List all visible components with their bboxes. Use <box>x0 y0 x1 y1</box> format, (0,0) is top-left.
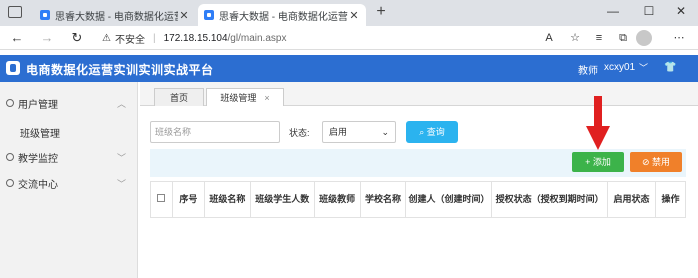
chat-icon <box>6 179 14 187</box>
action-bar: + 添加 ⊘ 禁用 <box>150 149 686 177</box>
tab-actions-icon[interactable] <box>8 6 22 18</box>
add-button[interactable]: + 添加 <box>572 152 624 172</box>
browser-tab-bar: 思睿大数据 - 电商数据化运营实... ✕ 思睿大数据 - 电商数据化运营实..… <box>0 0 698 26</box>
close-icon[interactable]: × <box>264 93 269 103</box>
page-tabs: 首页 班级管理 × <box>140 82 698 106</box>
app-title: 电商数据化运营实训实训实战平台 <box>26 63 214 77</box>
tab-label: 班级管理 <box>220 93 257 103</box>
column-header: 班级学生人数 <box>249 181 315 218</box>
sidebar-subitem-class-management[interactable]: 班级管理 <box>20 125 60 140</box>
search-button-label: 查询 <box>426 127 445 137</box>
tab-label: 首页 <box>169 93 188 103</box>
warning-icon: ⚠ <box>102 32 111 44</box>
status-select-value: 启用 <box>329 127 348 137</box>
select-all-checkbox[interactable] <box>157 194 166 202</box>
more-icon[interactable]: ⋯ <box>670 29 688 47</box>
column-header: 启用状态 <box>607 181 656 218</box>
url-host: 172.18.15.104 <box>163 32 228 44</box>
site-favicon-icon <box>40 10 50 20</box>
username[interactable]: xcxy01 <box>604 62 635 73</box>
new-tab-icon[interactable]: + <box>372 4 390 22</box>
sidebar-item-user-management[interactable]: 用户管理 ︿ <box>0 92 138 114</box>
sidebar: 用户管理 ︿ 班级管理 教学监控 ﹀ 交流中心 ﹀ <box>0 82 138 278</box>
sidebar-item-teaching-monitor[interactable]: 教学监控 ﹀ <box>0 146 138 168</box>
back-icon[interactable]: ← <box>8 29 26 47</box>
monitor-icon <box>6 153 14 161</box>
column-header: 学校名称 <box>359 181 407 218</box>
site-favicon-icon <box>204 10 214 20</box>
favorites-list-icon[interactable]: ≡ <box>590 29 608 47</box>
sidebar-item-label: 交流中心 <box>18 179 58 191</box>
close-window-icon[interactable]: ✕ <box>664 0 698 22</box>
disable-icon: ⊘ <box>641 157 653 167</box>
chevron-down-icon: ﹀ <box>116 178 126 189</box>
browser-tab-2-active[interactable]: 思睿大数据 - 电商数据化运营实... ✕ <box>198 4 366 26</box>
sidebar-item-communication[interactable]: 交流中心 ﹀ <box>0 172 138 194</box>
chevron-up-icon: ︿ <box>116 98 126 109</box>
not-secure-label: 不安全 <box>114 34 145 46</box>
skin-icon[interactable]: 👕 <box>664 62 676 73</box>
sidebar-item-label: 用户管理 <box>18 99 58 111</box>
forward-icon[interactable]: → <box>38 29 56 47</box>
browser-tab-title: 思睿大数据 - 电商数据化运营实... <box>55 11 178 23</box>
column-header: 班级教师 <box>313 181 361 218</box>
chevron-down-icon[interactable]: ﹀ <box>639 61 648 74</box>
class-table: 序号 班级名称 班级学生人数 班级教师 学校名称 创建人（创建时间） 授权状态（… <box>150 181 687 218</box>
close-tab-icon[interactable]: ✕ <box>178 9 190 22</box>
tab-class-management[interactable]: 班级管理 × <box>206 88 284 106</box>
tab-home[interactable]: 首页 <box>154 88 204 106</box>
url-path: /gl/main.aspx <box>227 32 287 44</box>
plus-icon: + <box>585 157 593 167</box>
search-button[interactable]: ⌕ 查询 <box>406 121 458 143</box>
profile-avatar[interactable] <box>636 30 652 46</box>
sidebar-item-label: 教学监控 <box>18 153 58 165</box>
main-content: 首页 班级管理 × 班级名称 状态: 启用 ⌄ ⌕ 查询 + 添加 ⊘ 禁用 <box>140 82 698 278</box>
minimize-icon[interactable]: — <box>596 0 630 22</box>
browser-tab-title: 思睿大数据 - 电商数据化运营实... <box>219 11 348 23</box>
table-header-row: 序号 班级名称 班级学生人数 班级教师 学校名称 创建人（创建时间） 授权状态（… <box>150 181 687 218</box>
chevron-down-icon: ⌄ <box>381 127 389 137</box>
chevron-down-icon: ﹀ <box>116 152 126 163</box>
url-field[interactable]: ⚠ 不安全 | 172.18.15.104 /gl/main.aspx <box>102 28 562 48</box>
disable-button[interactable]: ⊘ 禁用 <box>630 152 682 172</box>
maximize-icon[interactable]: ☐ <box>632 0 666 22</box>
column-header: 创建人（创建时间） <box>405 181 493 218</box>
app-logo <box>6 61 20 75</box>
url-separator: | <box>152 32 156 44</box>
collections-icon[interactable]: ⧉ <box>614 29 632 47</box>
read-aloud-icon[interactable]: A <box>540 29 558 47</box>
close-tab-icon[interactable]: ✕ <box>348 9 360 22</box>
column-header: 班级名称 <box>203 181 251 218</box>
column-header: 授权状态（授权到期时间） <box>491 181 609 218</box>
column-header: 序号 <box>171 181 205 218</box>
add-button-label: 添加 <box>592 157 611 167</box>
address-bar: ← → ↻ ⚠ 不安全 | 172.18.15.104 /gl/main.asp… <box>0 26 698 50</box>
user-icon <box>6 99 14 107</box>
select-all-header[interactable] <box>150 181 173 218</box>
class-name-input[interactable]: 班级名称 <box>150 121 280 143</box>
status-select[interactable]: 启用 ⌄ <box>322 121 396 143</box>
column-header: 操作 <box>654 181 687 218</box>
app-header: 电商数据化运营实训实训实战平台 教师 xcxy01 ﹀ 👕 <box>0 55 698 82</box>
red-arrow-annotation <box>586 96 610 150</box>
browser-tab-1[interactable]: 思睿大数据 - 电商数据化运营实... ✕ <box>34 4 196 26</box>
refresh-icon[interactable]: ↻ <box>68 29 86 47</box>
status-label: 状态: <box>289 128 310 138</box>
favorite-icon[interactable]: ☆ <box>566 29 584 47</box>
user-role: 教师 <box>578 66 598 77</box>
search-icon: ⌕ <box>419 127 427 137</box>
disable-button-label: 禁用 <box>652 157 671 167</box>
